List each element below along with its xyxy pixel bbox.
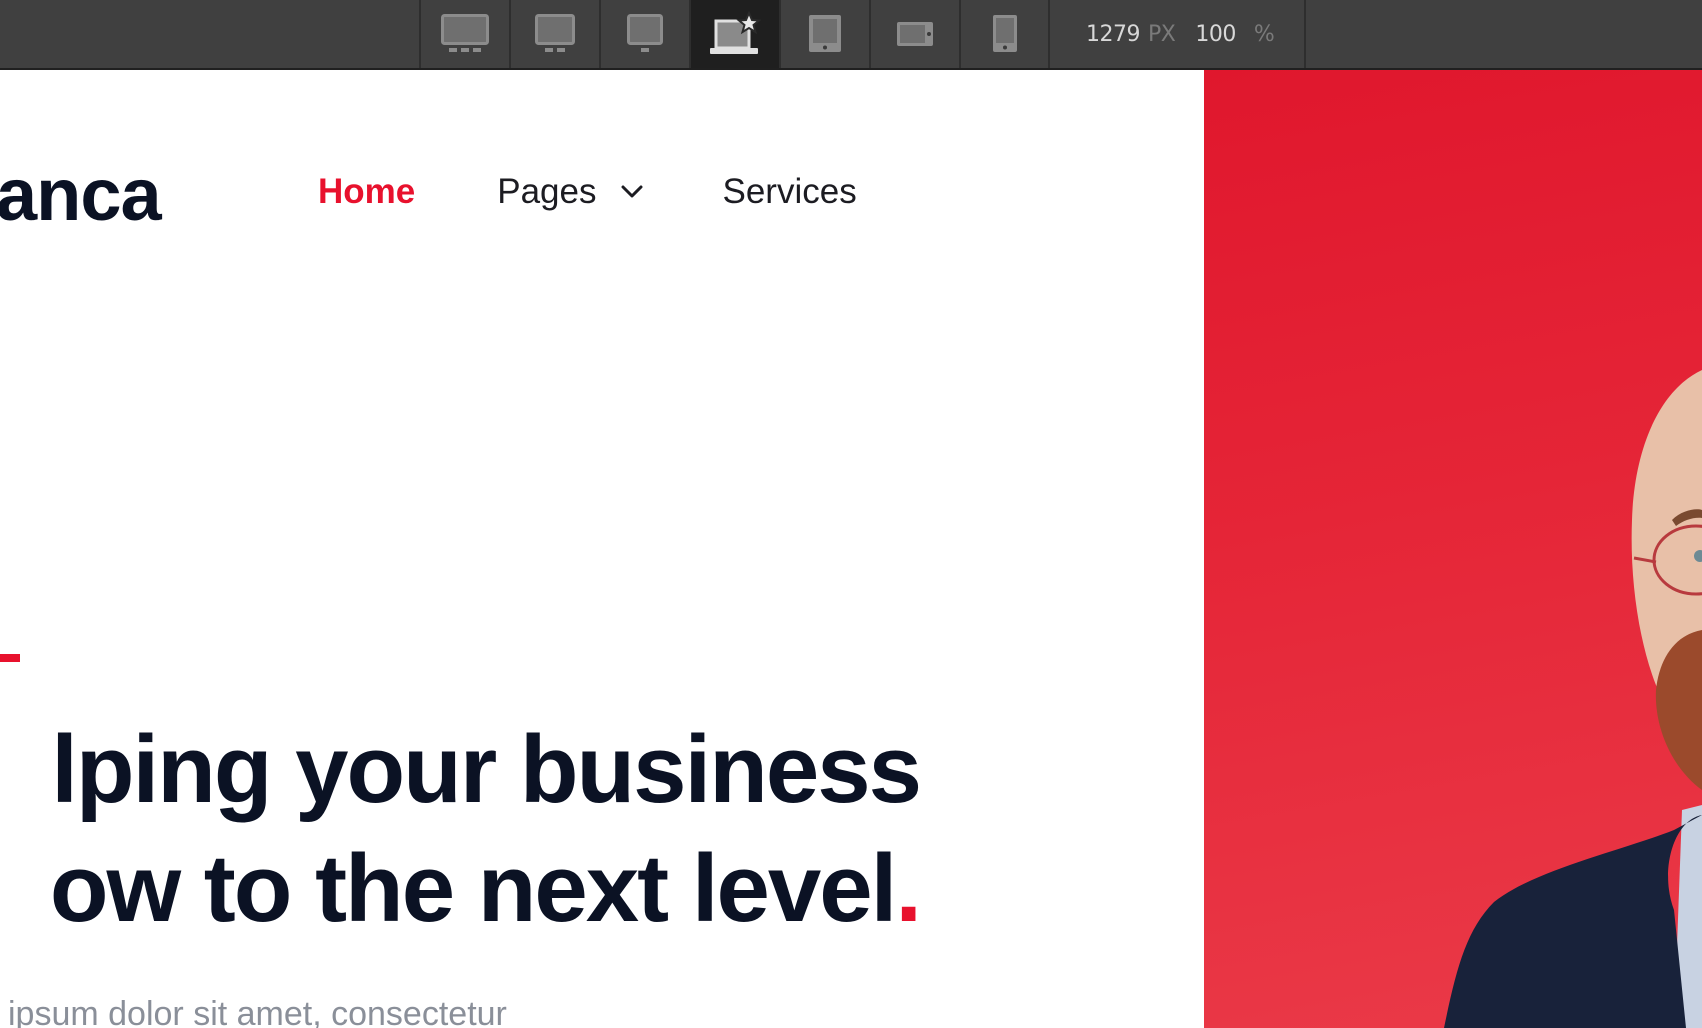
breakpoint-mobile-landscape-button[interactable]: [869, 0, 959, 68]
mobile-landscape-icon: [897, 22, 933, 46]
breakpoint-desktop-medium-button[interactable]: [509, 0, 599, 68]
desktop-small-icon: [627, 14, 663, 52]
nav-item-services-label: Services: [722, 172, 857, 211]
nav-item-home[interactable]: Home: [318, 174, 415, 209]
portrait-jacket: [1444, 815, 1702, 1028]
hero-headline-dot: .: [895, 835, 922, 942]
breakpoint-mobile-portrait-button[interactable]: [959, 0, 1049, 68]
nav-item-pages-label: Pages: [497, 172, 597, 211]
canvas-width-unit: PX: [1148, 21, 1176, 47]
chevron-down-icon: [621, 185, 642, 197]
mobile-portrait-icon: [993, 15, 1017, 52]
portrait-illustration: [1444, 370, 1702, 1028]
breakpoint-large-desktop-button[interactable]: [419, 0, 509, 68]
site-nav: Home Pages Services: [318, 174, 857, 209]
hero-headline-line-2: ow to the next level.: [0, 829, 922, 948]
preview-canvas: anca Home Pages Services lping your busi…: [0, 70, 1702, 1028]
breakpoint-group: [419, 0, 1049, 68]
canvas-zoom-unit: %: [1253, 21, 1275, 47]
hero-accent-dash: [0, 654, 20, 662]
desktop-large-icon: [441, 14, 489, 52]
breakpoint-laptop-base-button[interactable]: [689, 0, 779, 68]
nav-item-services[interactable]: Services: [723, 174, 857, 209]
tablet-icon: [809, 15, 841, 52]
hero-headline-line-1: lping your business: [51, 716, 922, 823]
breakpoint-tablet-button[interactable]: [779, 0, 869, 68]
hero-headline: lping your business ow to the next level…: [0, 710, 922, 948]
hero-headline-line-2-text: ow to the next level: [49, 835, 898, 942]
breakpoint-desktop-small-button[interactable]: [599, 0, 689, 68]
site-logo[interactable]: anca: [0, 158, 162, 232]
canvas-width-value[interactable]: 1279: [1086, 22, 1141, 47]
hero-subtext: ipsum dolor sit amet, consectetur: [8, 995, 507, 1028]
breakpoint-toolbar: 1279 PX 100 %: [0, 0, 1702, 70]
desktop-medium-icon: [535, 14, 575, 52]
nav-item-home-label: Home: [318, 172, 416, 211]
canvas-zoom-value[interactable]: 100: [1195, 22, 1236, 47]
canvas-size-readout[interactable]: 1279 PX 100 %: [1048, 0, 1306, 68]
laptop-star-icon: [710, 11, 761, 54]
nav-item-pages[interactable]: Pages: [497, 174, 642, 209]
hero-portrait-image: [1204, 70, 1702, 1028]
